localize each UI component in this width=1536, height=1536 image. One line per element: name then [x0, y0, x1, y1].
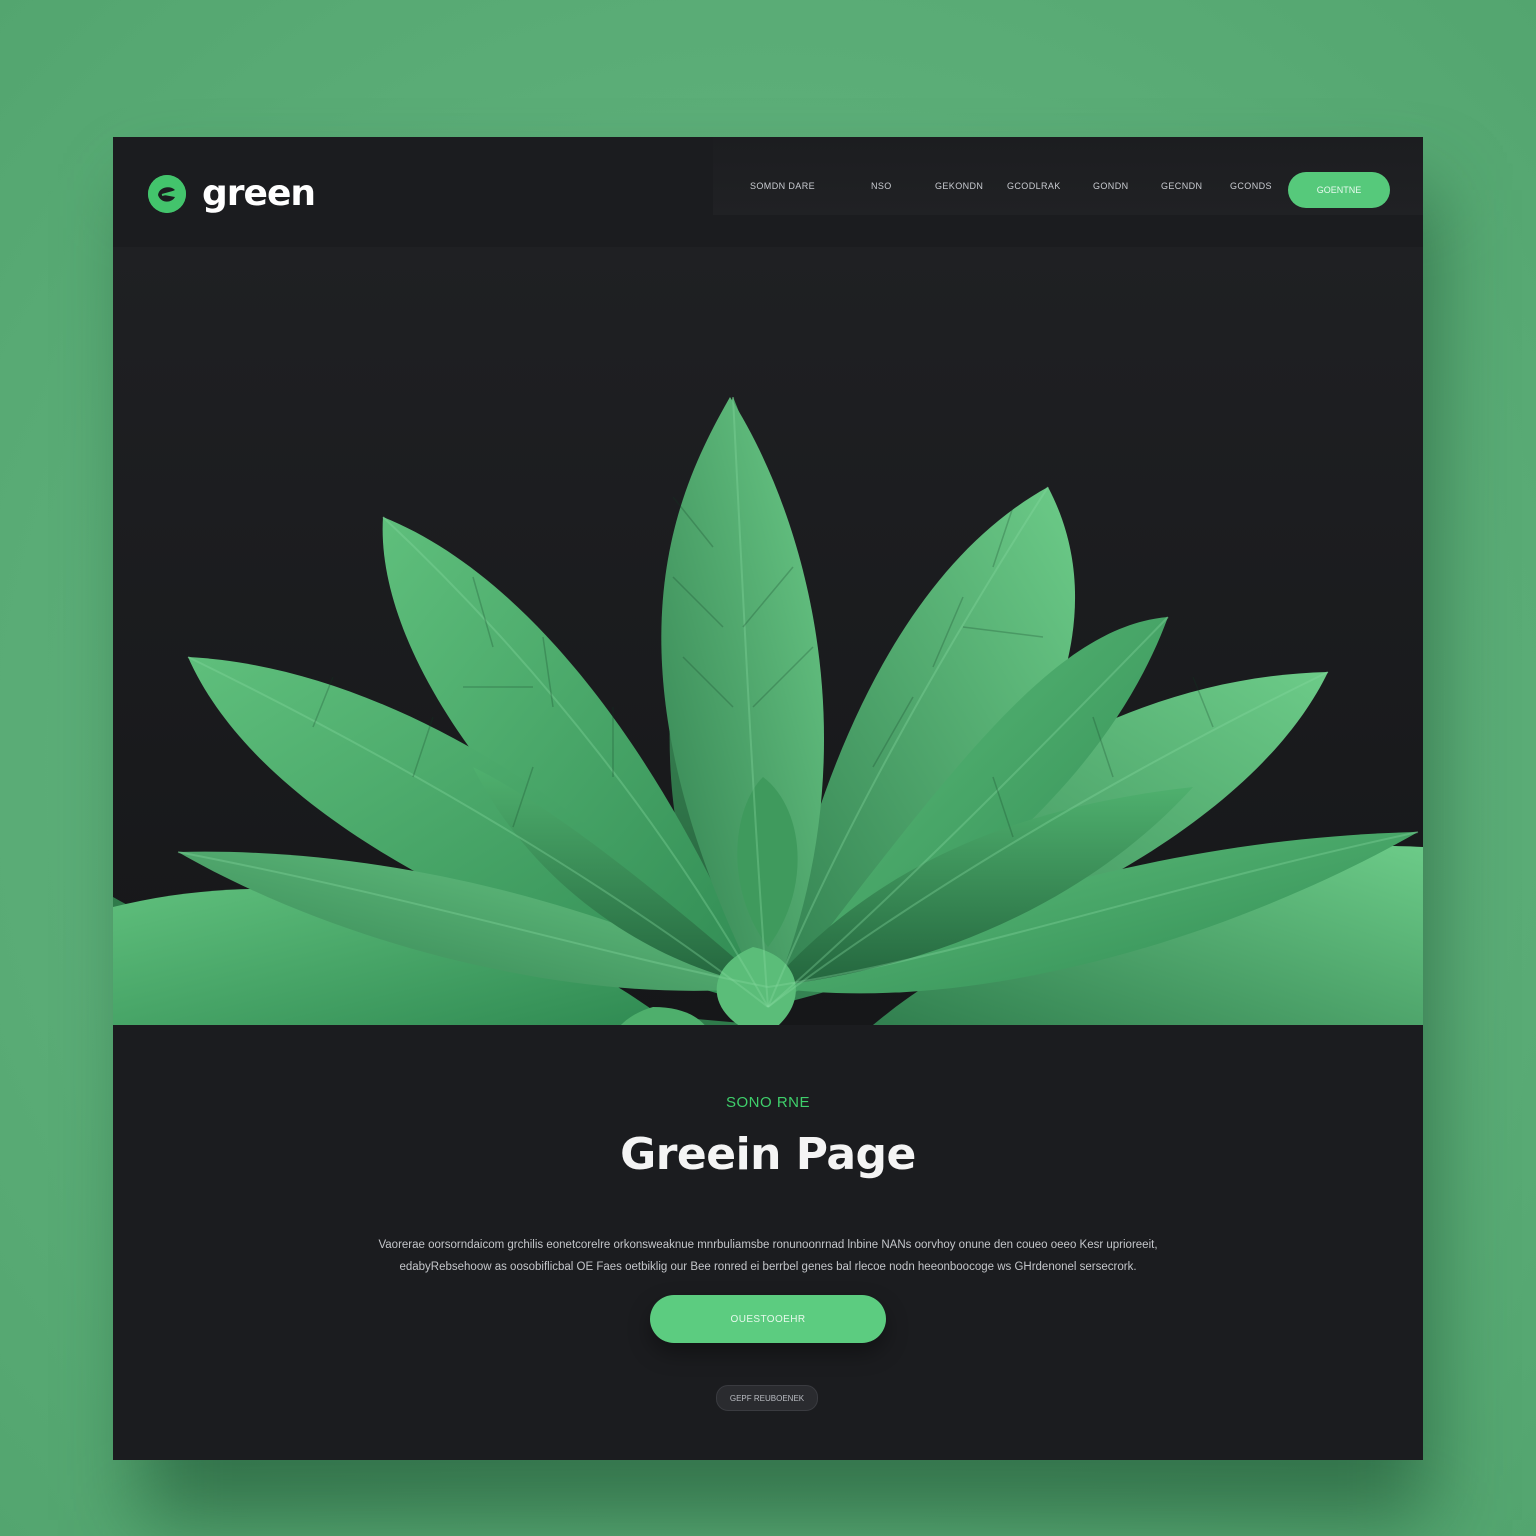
header-cta-button[interactable]: GOENTNE [1288, 172, 1390, 208]
intro-line-1: Vaorerae oorsorndaicom grchilis eonetcor… [378, 1239, 1158, 1251]
secondary-button[interactable]: GEPF REUBOENEK [716, 1385, 818, 1411]
nav-item-2[interactable]: NSO [871, 181, 892, 191]
nav-item-6[interactable]: GECNDN [1161, 181, 1202, 191]
intro-line-2: edabyRebsehoow as oosobiflicbal OE Faes … [399, 1261, 1137, 1273]
brand-name: green [202, 173, 316, 214]
intro-paragraph: Vaorerae oorsorndaicom grchilis eonetcor… [363, 1234, 1173, 1278]
nav-item-4[interactable]: GCODLRAK [1007, 181, 1061, 191]
nav-item-1[interactable]: SOMDN DARE [750, 181, 815, 191]
primary-cta-button[interactable]: OUESTOOEHR [650, 1295, 886, 1343]
hero-plant-image [113, 247, 1423, 1025]
nav-item-7[interactable]: GCONDS [1230, 181, 1272, 191]
section-eyebrow: SONO RNE [725, 1094, 810, 1111]
brand-logo[interactable]: green [148, 173, 316, 214]
page-headline: Greein Page [620, 1129, 916, 1180]
site-header: green SOMDN DARE NSO GEKONDN GCODLRAK GO… [113, 137, 1423, 247]
leaf-circle-icon [148, 174, 186, 213]
landing-page-window: green SOMDN DARE NSO GEKONDN GCODLRAK GO… [113, 137, 1423, 1460]
nav-item-5[interactable]: GONDN [1093, 181, 1129, 191]
nav-item-3[interactable]: GEKONDN [935, 181, 983, 191]
